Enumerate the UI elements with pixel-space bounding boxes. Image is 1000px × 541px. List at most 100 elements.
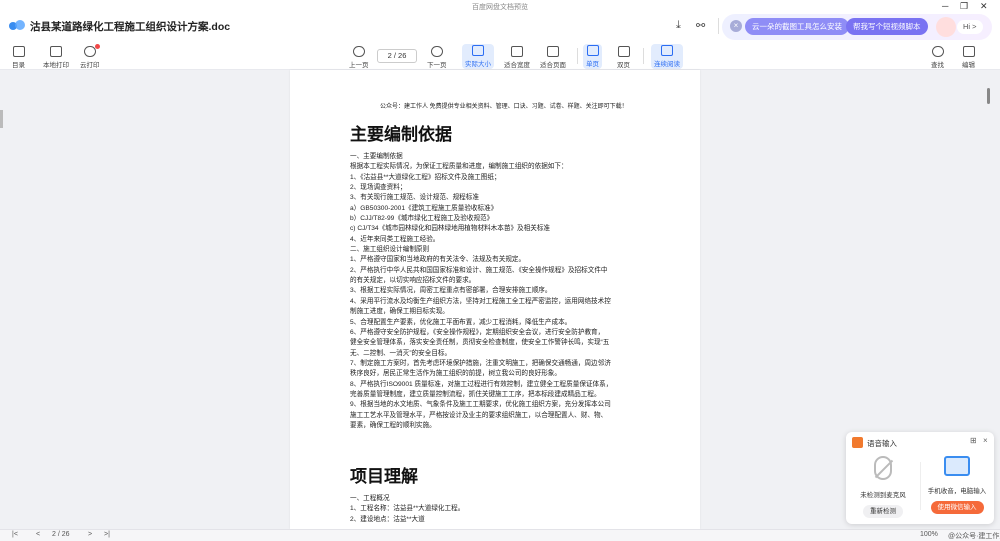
ai-suggestion-chip[interactable]: 云一朵的截图工具怎么安装: [745, 18, 849, 35]
phone-column: 手机收音，电脑输入 使用微信输入: [922, 456, 992, 514]
text-line: 一、工程概况: [350, 495, 390, 502]
close-icon[interactable]: ×: [983, 436, 988, 445]
text-line: 2、建设地点：沽益**大道: [350, 515, 425, 523]
cloud-print-button[interactable]: 云打印: [80, 46, 100, 69]
document-title: 沽县某道路绿化工程施工组织设计方案.doc: [30, 21, 231, 33]
page-number-input[interactable]: 2 / 26: [377, 49, 417, 63]
grid-icon[interactable]: ⊞: [970, 436, 977, 445]
single-page-button[interactable]: 单页: [583, 44, 602, 69]
prev-page-button[interactable]: <: [36, 531, 40, 538]
share-icon[interactable]: ⚯: [696, 19, 705, 32]
notification-dot: [95, 44, 100, 49]
double-page-icon: [617, 46, 630, 57]
last-page-button[interactable]: >|: [104, 531, 110, 538]
voice-panel-title: 语音输入: [867, 439, 897, 448]
bottom-bar: |< < 2 / 26 > >| 100% @公众号·建工作人: [0, 529, 1000, 541]
catalog-button[interactable]: 目录: [12, 46, 25, 69]
text-line: 7、制定施工方案时，首先考虑环境保护措施，注重文明施工，把确保交通畅通，周边邻济: [350, 359, 611, 367]
continuous-read-icon: [661, 45, 673, 56]
microphone-off-icon: [874, 456, 892, 480]
mic-column: 未检测到麦克风 重新检测: [848, 456, 918, 518]
catalog-icon: [12, 46, 25, 57]
text-line: 4、采用平行流水及均衡生产组织方法，坚持对工程施工全工程严密监控，运用网络技术控: [350, 297, 611, 305]
mic-status: 未检测到麦克风: [860, 492, 906, 499]
close-button[interactable]: ✕: [980, 1, 988, 12]
section-body: 一、主要编制依据根据本工程实际情况，为保证工程质量和进度，编制施工组织的依据如下…: [350, 152, 670, 431]
text-line: 3、根据工程实际情况，周密工程重点有密部署，合理安排施工顺序。: [350, 287, 552, 295]
toolbar: [0, 42, 1000, 70]
title-bar: 百度网盘文档预览 ─ ❐ ✕ 沽县某道路绿化工程施工组织设计方案.doc ⤓ ⚯…: [0, 0, 1000, 42]
text-line: 8、严格执行ISO9001 质量标准，对施工过程进行有效控制，建立健全工程质量保…: [350, 380, 613, 388]
next-page-button[interactable]: >: [88, 531, 92, 538]
text-line: c) CJ/T34《城市园林绿化和园林绿地用植物材料木本苗》及相关标准: [350, 225, 551, 233]
chevron-left-icon: [352, 46, 365, 57]
baidu-netdisk-logo-icon: [9, 20, 25, 30]
text-line: 制施工进度，确保工期目标实现。: [350, 308, 449, 316]
text-line: 3、有关现行施工规范、设计规范、规程标准: [350, 194, 479, 202]
use-wechat-input-button[interactable]: 使用微信输入: [930, 501, 984, 514]
ai-greeting-button[interactable]: Hi >: [957, 20, 983, 34]
text-line: 的有关规定，以切实响应招标文件的要求。: [350, 277, 476, 285]
fit-page-button[interactable]: 适合页面: [540, 46, 566, 69]
text-line: 完善质量管理制度，建立质量控制流程，抓住关键施工工序，把本标段建成精品工程。: [350, 390, 601, 398]
double-page-button[interactable]: 双页: [617, 46, 630, 69]
actual-size-button[interactable]: 实际大小: [462, 44, 494, 69]
phone-input-label: 手机收音，电脑输入: [927, 488, 987, 495]
text-line: b）CJJ/T82-99《城市绿化工程施工及验收规范》: [350, 215, 494, 223]
text-line: 要素，确保工程的顺利实施。: [350, 421, 436, 429]
ai-bar-close-button[interactable]: ×: [730, 20, 742, 32]
edit-button[interactable]: 编辑: [962, 46, 975, 69]
page-indicator[interactable]: 2 / 26: [52, 531, 70, 538]
section-heading: 主要编制依据: [350, 125, 452, 145]
divider: [577, 48, 578, 64]
single-page-icon: [586, 45, 599, 56]
text-line: 根据本工程实际情况，为保证工程质量和进度，编制施工组织的依据如下：: [350, 163, 568, 171]
first-page-button[interactable]: |<: [12, 531, 18, 538]
prev-page-button[interactable]: 上一页: [349, 46, 369, 69]
divider: [718, 18, 719, 34]
printer-icon: [50, 46, 62, 57]
text-line: a）GB50300-2001《建筑工程施工质量验收标准》: [350, 204, 498, 212]
restore-button[interactable]: ❐: [960, 1, 968, 12]
text-line: 秩序良好，居民正常生活作为施工组织的前提，树立我公司的良好形象。: [350, 370, 561, 378]
watermark-text: @公众号·建工作人: [948, 533, 1000, 540]
text-line: 健全安全管理体系，落实安全责任制，贯彻安全检查制度，使安全工作警钟长鸣，实现“五: [350, 339, 610, 347]
text-line: 1、《沽益县**大道绿化工程》招标文件及施工图纸；: [350, 173, 501, 181]
section-body: 一、工程概况 1、工程名称：沽益县**大道绿化工程。 2、建设地点：沽益**大道: [350, 494, 670, 525]
sidebar-handle[interactable]: [0, 110, 3, 128]
divider: [920, 462, 921, 510]
computer-phone-icon: [944, 456, 970, 476]
fit-width-icon: [511, 46, 523, 57]
ai-avatar[interactable]: [936, 17, 956, 37]
fit-width-button[interactable]: 适合宽度: [504, 46, 530, 69]
recheck-button[interactable]: 重新检测: [863, 505, 903, 518]
text-line: 6、严格遵守安全防护规程，《安全操作规程》，定期组织安全会议，进行安全防护教育，: [350, 328, 605, 336]
minimize-button[interactable]: ─: [942, 1, 948, 11]
text-line: 2、严格执行中华人民共和国国家标准和设计、施工规范、《安全操作规程》及招标文件中: [350, 266, 608, 274]
text-line: 5、合理配置生产要素，优化施工平面布置，减少工程消耗，降低生产成本。: [350, 318, 572, 326]
chevron-right-icon: [430, 46, 443, 57]
text-line: 一、主要编制依据: [350, 153, 403, 160]
page-header-note: 公众号：建工作人 免费提供专业相关资料、管理、口诀、习题、试卷、样题、关注即可下…: [380, 104, 628, 110]
cloud-printer-icon: [83, 46, 96, 57]
text-line: 1、工程名称：沽益县**大道绿化工程。: [350, 505, 465, 513]
pen-icon: [962, 46, 975, 57]
continuous-read-button[interactable]: 连续阅读: [651, 44, 683, 69]
text-line: 无、二控制、一消灭”的安全目标。: [350, 349, 452, 357]
divider: [643, 48, 644, 64]
vertical-scrollbar[interactable]: [987, 88, 990, 104]
search-button[interactable]: 查找: [931, 46, 944, 69]
ai-suggestion-chip[interactable]: 帮我写个短视频脚本: [846, 18, 928, 35]
next-page-button[interactable]: 下一页: [427, 46, 447, 69]
section-heading: 项目理解: [350, 467, 418, 487]
text-line: 施工工艺水平及管理水平，严格按设计及业主的要求组织施工，以合理配置人、财、物、: [350, 411, 608, 419]
text-line: 1、严格遵守国家和当地政府的有关法令、法规及有关规定。: [350, 256, 526, 264]
sogou-logo-icon: [852, 437, 863, 448]
text-line: 二、施工组织设计编制原则: [350, 246, 430, 254]
download-icon[interactable]: ⤓: [676, 19, 681, 32]
text-line: 2、现场调查资料；: [350, 184, 407, 192]
window-title: 百度网盘文档预览: [472, 4, 528, 11]
text-line: 9、根据当地的水文地质、气象条件及施工工期要求，优化施工组织方案，充分发挥本公司: [350, 401, 611, 409]
local-print-button[interactable]: 本地打印: [43, 46, 69, 69]
zoom-level: 100%: [920, 531, 938, 538]
